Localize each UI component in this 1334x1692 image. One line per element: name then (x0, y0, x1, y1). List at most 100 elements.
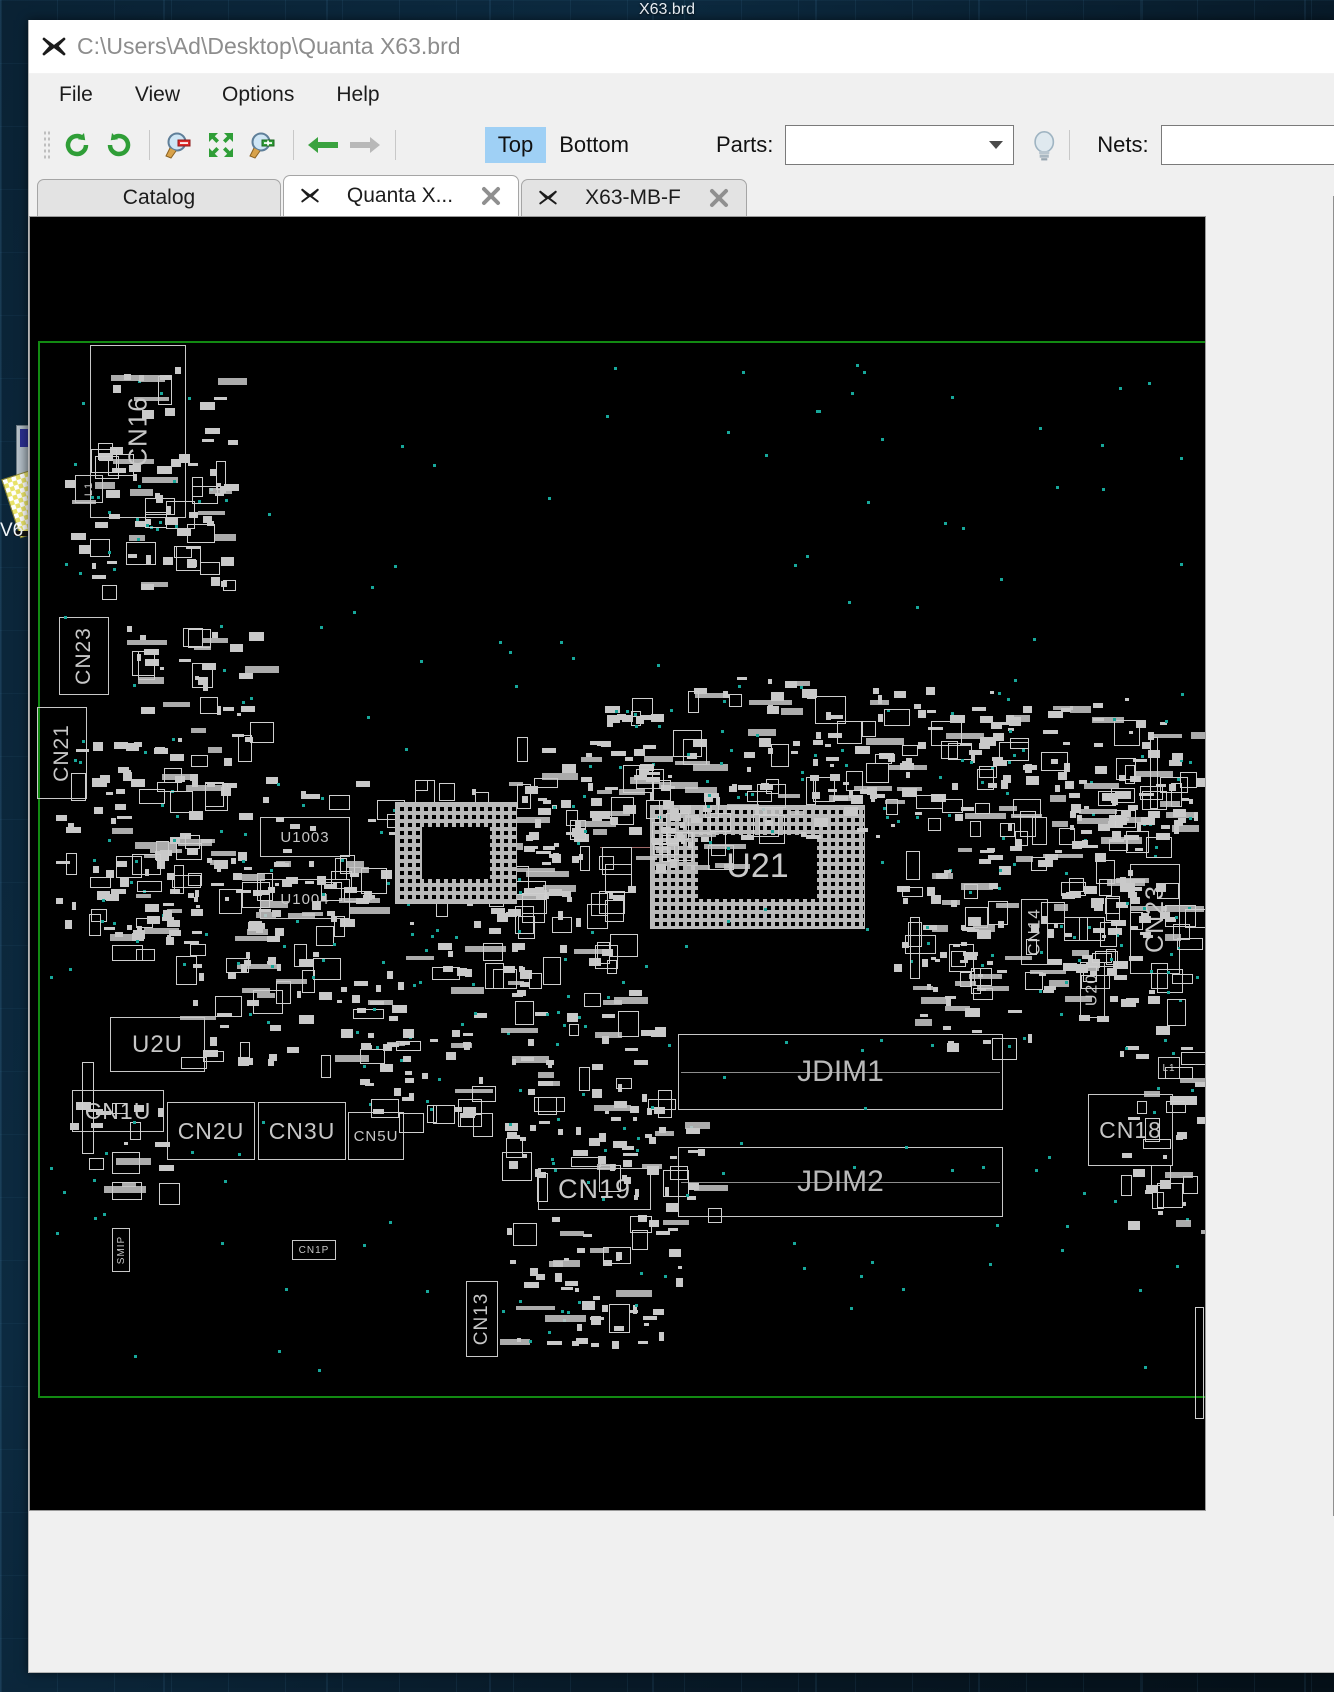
smd-pad (92, 575, 106, 579)
lightbulb-icon[interactable] (1028, 127, 1060, 163)
trace-pad (501, 1028, 538, 1033)
side-bottom-button[interactable]: Bottom (546, 127, 642, 163)
via (771, 830, 774, 833)
smd-pad (1121, 999, 1136, 1007)
trace-pad (1050, 795, 1066, 802)
component-footprint (1092, 953, 1112, 963)
component-footprint (630, 1216, 652, 1233)
smd-pad (625, 757, 633, 761)
component-u1003-4[interactable]: U1003 (260, 817, 350, 857)
smd-pad (813, 740, 823, 745)
via (801, 778, 804, 781)
tab-quanta-x63[interactable]: Quanta X... (283, 175, 519, 216)
via (1172, 1052, 1175, 1055)
nets-combobox[interactable] (1160, 125, 1334, 165)
via (79, 761, 82, 764)
smd-pad (1181, 798, 1189, 801)
side-top-button[interactable]: Top (484, 127, 547, 163)
smd-pad (538, 808, 551, 815)
smd-pad (665, 1187, 669, 1196)
via (436, 929, 439, 932)
via (50, 1167, 53, 1170)
smd-pad (638, 1341, 648, 1344)
via (94, 1217, 97, 1220)
via (557, 1011, 560, 1014)
component-label: CN2U (177, 1117, 245, 1144)
smd-pad (960, 743, 971, 746)
smd-pad (576, 1338, 588, 1344)
zoom-out-button[interactable] (159, 122, 201, 168)
forward-button[interactable] (344, 122, 386, 168)
component-cn2u-9[interactable]: CN2U (167, 1102, 255, 1160)
pcb-board-view[interactable]: CN16 L1 CN23 CN21 U1003 U1004 U21 U2U CN1U CN2U CN… (29, 216, 1206, 1511)
component-footprint (321, 882, 342, 901)
smd-pad (72, 902, 76, 910)
zoom-in-button[interactable] (242, 122, 284, 168)
menu-item-help[interactable]: Help (330, 81, 385, 109)
component-cn13-13[interactable]: CN13 (466, 1281, 498, 1357)
chevron-down-icon (988, 141, 1003, 149)
smd-pad (356, 781, 370, 787)
nets-input[interactable] (1161, 133, 1324, 157)
smd-pad (628, 886, 636, 893)
smd-pad (106, 490, 120, 498)
smd-pad (106, 792, 113, 795)
via (1039, 990, 1042, 993)
via (727, 847, 730, 850)
via (591, 931, 594, 934)
trace-pad (144, 928, 179, 934)
smd-pad (95, 522, 108, 528)
component-footprint (771, 744, 789, 767)
menu-item-options[interactable]: Options (216, 81, 300, 109)
smd-pad (178, 738, 182, 742)
smd-pad (422, 1073, 428, 1079)
via (765, 454, 768, 457)
parts-combobox[interactable] (785, 125, 1014, 165)
smd-pad (223, 707, 234, 711)
smd-pad (659, 1332, 664, 1341)
smd-pad (575, 820, 581, 829)
component-cn5u-11[interactable]: CN5U (348, 1112, 404, 1160)
rotate-cw-button[interactable] (98, 122, 140, 168)
zoom-fit-button[interactable] (200, 122, 242, 168)
smd-pad (1010, 846, 1022, 851)
smd-pad (199, 973, 204, 981)
component-cn3u-10[interactable]: CN3U (258, 1102, 346, 1160)
smd-pad (270, 1025, 281, 1031)
smd-pad (443, 966, 453, 972)
component-cn23-2[interactable]: CN23 (59, 617, 109, 695)
rotate-ccw-button[interactable] (56, 122, 98, 168)
smd-pad (352, 995, 360, 1003)
smd-pad (202, 439, 214, 442)
smd-pad (656, 864, 666, 873)
toolbar-grip[interactable] (43, 130, 51, 160)
trace-pad (509, 782, 523, 786)
smd-pad (93, 742, 103, 751)
back-button[interactable] (302, 122, 344, 168)
trace-pad (560, 1231, 584, 1236)
via (205, 933, 208, 936)
via (584, 1025, 587, 1028)
smd-pad (157, 466, 172, 474)
smd-pad (732, 784, 737, 792)
parts-input[interactable] (786, 133, 983, 157)
smd-pad (210, 469, 216, 476)
component-footprint (313, 958, 341, 980)
component-footprint (90, 877, 111, 888)
via (382, 961, 385, 964)
tab-catalog[interactable]: Catalog (37, 179, 281, 216)
component-smip-14[interactable]: SMIP (112, 1228, 130, 1272)
component-jdim2-17[interactable]: JDIM2 (678, 1147, 1003, 1217)
menu-item-view[interactable]: View (129, 81, 186, 109)
via (981, 964, 984, 967)
component-footprint (866, 763, 889, 783)
trace-pad (866, 738, 904, 745)
back-arrow-icon (308, 137, 339, 153)
close-icon[interactable] (480, 185, 502, 207)
smd-pad (115, 804, 126, 810)
close-icon[interactable] (708, 187, 730, 209)
component-cn1p-15[interactable]: CN1P (292, 1240, 336, 1260)
menu-item-file[interactable]: File (53, 81, 99, 109)
smd-pad (1091, 899, 1100, 908)
tab-x63-mb-f[interactable]: X63-MB-F (521, 179, 747, 216)
